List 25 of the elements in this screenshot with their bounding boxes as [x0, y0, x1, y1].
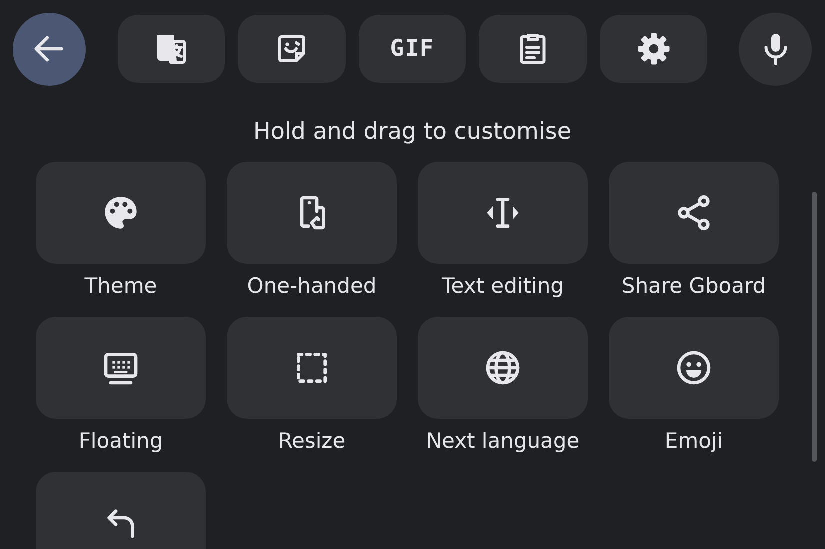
toolbar-option-tile[interactable]	[227, 317, 397, 419]
settings-icon	[636, 31, 672, 67]
tile-label: Next language	[426, 428, 580, 454]
tile-label: Text editing	[442, 273, 564, 299]
toolbar-option-tile[interactable]	[418, 317, 588, 419]
toolbar-option-tile[interactable]	[418, 162, 588, 264]
tile-label: Emoji	[664, 428, 724, 454]
toolbar-option-tile[interactable]	[227, 162, 397, 264]
toolbar-option-tile[interactable]	[36, 162, 206, 264]
toolbar-option-tile[interactable]	[609, 317, 779, 419]
toolbar-option-tile[interactable]	[36, 317, 206, 419]
clipboard-button[interactable]	[479, 15, 587, 83]
tile-label: One-handed	[247, 273, 377, 299]
undo-tile[interactable]	[36, 472, 206, 549]
tile-label: Theme	[84, 273, 158, 299]
gif-button[interactable]: GIF	[358, 15, 466, 83]
toolbar-option-tile[interactable]	[609, 162, 779, 264]
tile-label: Floating	[78, 428, 164, 454]
scrollbar[interactable]	[812, 192, 817, 462]
instruction-heading: Hold and drag to customise	[252, 118, 572, 147]
translate-button[interactable]	[118, 15, 226, 83]
tile-label: Resize	[278, 428, 346, 454]
tile-label: Share Gboard	[622, 273, 766, 299]
settings-button[interactable]	[600, 15, 708, 83]
sticker-button[interactable]	[238, 15, 346, 83]
